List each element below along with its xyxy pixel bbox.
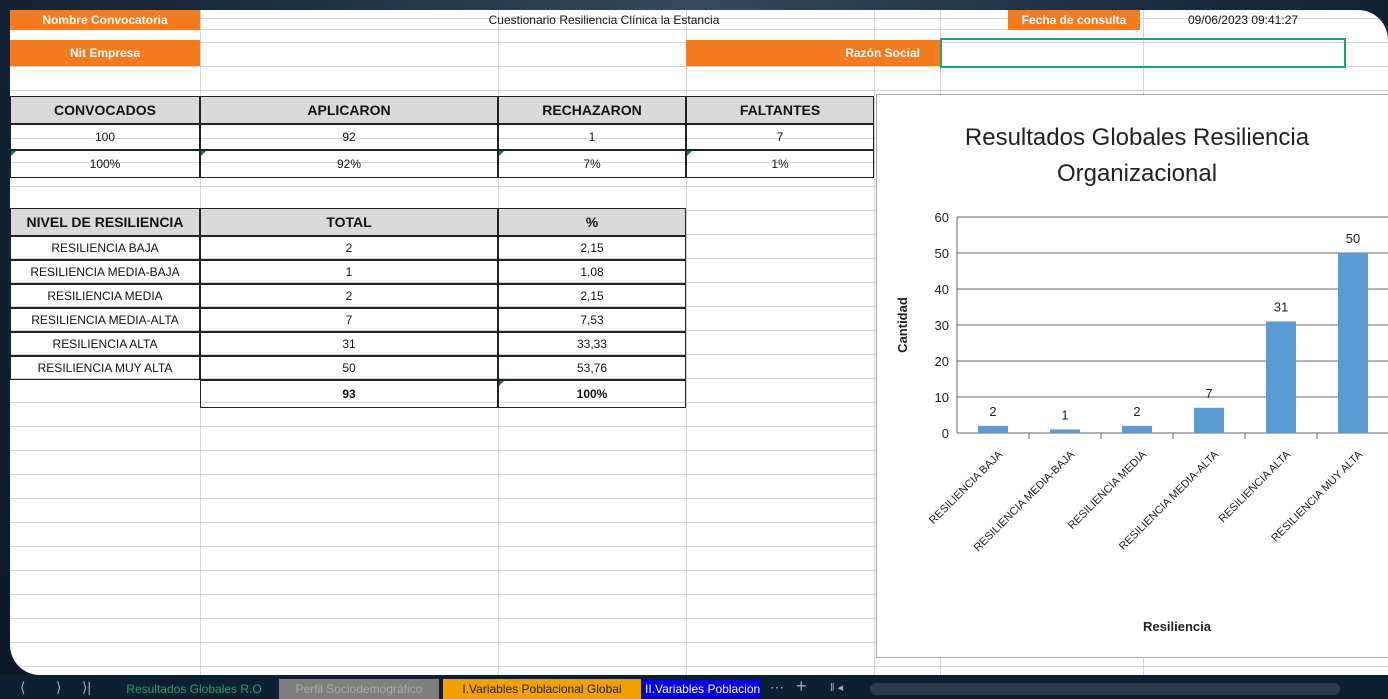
data-label: 2: [1133, 404, 1140, 419]
add-sheet-icon[interactable]: +: [796, 676, 807, 697]
data-label: 1: [1061, 407, 1068, 422]
level-total-cell[interactable]: 1: [200, 260, 498, 284]
level-total-cell[interactable]: 31: [200, 332, 498, 356]
levels-header-nivel: NIVEL DE RESILIENCIA: [10, 208, 200, 236]
bar: [1338, 253, 1368, 433]
data-label: 7: [1205, 386, 1212, 401]
tab-perfil-sociodemografico[interactable]: Perfil Sociodemográfico: [279, 679, 439, 699]
summary-header-faltantes: FALTANTES: [686, 96, 874, 124]
razon-label[interactable]: Razón Social: [686, 40, 940, 66]
y-axis-label: Cantidad: [895, 297, 910, 353]
y-tick-label: 30: [935, 318, 949, 333]
bar: [1194, 407, 1224, 433]
level-name-cell[interactable]: RESILIENCIA MUY ALTA: [10, 356, 200, 380]
fecha-label[interactable]: Fecha de consulta: [1008, 10, 1140, 30]
level-percent-cell[interactable]: 53,76: [498, 356, 686, 380]
tab-variables-poblacion[interactable]: II.Variables Poblacion: [643, 679, 761, 699]
prev-sheet-icon[interactable]: ⟨: [20, 679, 25, 696]
summary-count-cell[interactable]: 92: [200, 124, 498, 150]
data-label: 31: [1274, 299, 1288, 314]
bar: [1122, 425, 1152, 433]
fecha-value[interactable]: 09/06/2023 09:41:27: [1143, 10, 1343, 30]
level-percent-cell[interactable]: 7,53: [498, 308, 686, 332]
level-name-cell[interactable]: RESILIENCIA MEDIA-BAJA: [10, 260, 200, 284]
y-tick-label: 60: [935, 210, 949, 225]
level-total-cell[interactable]: 50: [200, 356, 498, 380]
level-percent-cell[interactable]: 1,08: [498, 260, 686, 284]
tab-label: I.Variables Poblacional Global: [462, 682, 622, 696]
bar: [1050, 429, 1080, 433]
tab-label: Resultados Globales R.O: [126, 682, 262, 696]
scroll-divider-icon[interactable]: ‖ ◂: [830, 681, 843, 694]
summary-percent-cell[interactable]: 1%: [686, 150, 874, 178]
level-percent-cell[interactable]: 2,15: [498, 236, 686, 260]
next-sheet-icon[interactable]: ⟩: [56, 679, 61, 696]
y-tick-label: 10: [935, 390, 949, 405]
spreadsheet[interactable]: Nombre Convocatoria Cuestionario Resilie…: [10, 10, 1388, 675]
summary-header-aplicaron: APLICARON: [200, 96, 498, 124]
level-name-cell[interactable]: RESILIENCIA ALTA: [10, 332, 200, 356]
level-total-cell[interactable]: 7: [200, 308, 498, 332]
level-percent-cell[interactable]: 2,15: [498, 284, 686, 308]
nit-label[interactable]: Nit Empresa: [10, 40, 200, 66]
level-name-cell[interactable]: RESILIENCIA MEDIA: [10, 284, 200, 308]
level-percent-cell[interactable]: 33,33: [498, 332, 686, 356]
x-tick-label: RESILIENCIA MEDIA: [1066, 448, 1150, 532]
y-tick-label: 20: [935, 354, 949, 369]
x-tick-label: RESILIENCIA BAJA: [927, 448, 1006, 527]
summary-count-cell[interactable]: 100: [10, 124, 200, 150]
level-name-cell[interactable]: RESILIENCIA BAJA: [10, 236, 200, 260]
summary-percent-cell[interactable]: 100%: [10, 150, 200, 178]
levels-header-total: TOTAL: [200, 208, 498, 236]
summary-header-convocados: CONVOCADOS: [10, 96, 200, 124]
grand-percent-cell[interactable]: 100%: [498, 380, 686, 408]
summary-percent-cell[interactable]: 7%: [498, 150, 686, 178]
y-tick-label: 50: [935, 246, 949, 261]
chart-title-line: Organizacional: [1057, 160, 1217, 187]
summary-count-cell[interactable]: 7: [686, 124, 874, 150]
data-label: 50: [1346, 231, 1360, 246]
sheet-tab-bar: ⟨ ⟩ ⟩| Resultados Globales R.O Perfil So…: [0, 675, 1388, 699]
last-sheet-icon[interactable]: ⟩|: [82, 679, 91, 696]
y-tick-label: 0: [942, 426, 949, 441]
level-total-cell[interactable]: 2: [200, 236, 498, 260]
summary-header-rechazaron: RECHAZARON: [498, 96, 686, 124]
selected-cell[interactable]: [940, 38, 1346, 68]
level-total-cell[interactable]: 2: [200, 284, 498, 308]
convocatoria-label[interactable]: Nombre Convocatoria: [10, 10, 200, 30]
tab-resultados-globales[interactable]: Resultados Globales R.O: [118, 679, 270, 699]
resilience-bar-chart[interactable]: Resultados Globales Resiliencia Organizac…: [876, 94, 1388, 658]
x-axis-label: Resiliencia: [1143, 619, 1212, 634]
grand-total-cell[interactable]: 93: [200, 380, 498, 408]
bar: [1266, 321, 1296, 433]
level-name-cell[interactable]: RESILIENCIA MEDIA-ALTA: [10, 308, 200, 332]
levels-header-percent: %: [498, 208, 686, 236]
summary-percent-cell[interactable]: 92%: [200, 150, 498, 178]
chart-svg: Resultados Globales Resiliencia Organizac…: [895, 124, 1388, 634]
convocatoria-value[interactable]: Cuestionario Resiliencia Clínica la Esta…: [200, 10, 1008, 30]
bar: [978, 425, 1008, 433]
total-label-cell[interactable]: [10, 380, 200, 408]
more-sheets-icon[interactable]: ⋯: [770, 679, 784, 696]
tab-label: II.Variables Poblacion: [645, 682, 761, 696]
column-line: [874, 10, 875, 675]
x-tick-label: RESILIENCIA ALTA: [1217, 448, 1294, 525]
nit-value[interactable]: [200, 40, 686, 66]
summary-count-cell[interactable]: 1: [498, 124, 686, 150]
horizontal-scrollbar[interactable]: [870, 683, 1340, 695]
tab-label: Perfil Sociodemográfico: [295, 682, 423, 696]
chart-title-line: Resultados Globales Resiliencia: [965, 124, 1310, 151]
tab-variables-poblacional-global[interactable]: I.Variables Poblacional Global: [443, 679, 641, 699]
y-tick-label: 40: [935, 282, 949, 297]
data-label: 2: [989, 404, 996, 419]
